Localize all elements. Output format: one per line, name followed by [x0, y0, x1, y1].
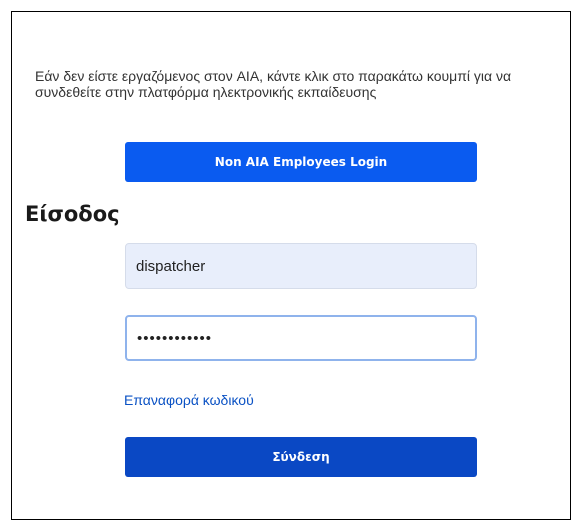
username-field[interactable] — [125, 243, 477, 289]
password-field[interactable] — [125, 315, 477, 361]
forgot-password-link[interactable]: Επαναφορά κωδικού — [124, 392, 254, 408]
login-button[interactable]: Σύνδεση — [125, 437, 477, 477]
non-aia-employees-login-button[interactable]: Non AIA Employees Login — [125, 142, 477, 182]
non-employee-notice: Εάν δεν είστε εργαζόμενος στον AIA, κάντ… — [35, 68, 512, 100]
login-panel: Εάν δεν είστε εργαζόμενος στον AIA, κάντ… — [11, 11, 571, 520]
login-title: Είσοδος — [25, 202, 120, 226]
